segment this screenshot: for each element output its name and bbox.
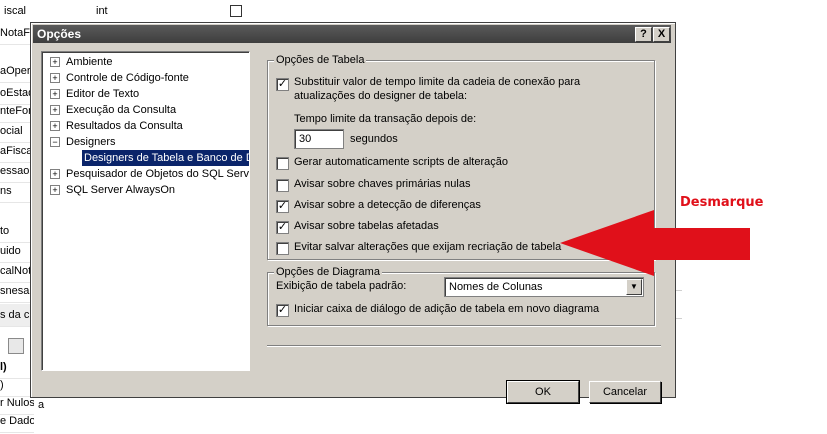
override-timeout-checkbox[interactable]: ✓ xyxy=(276,78,289,91)
override-timeout-label: Substituir valor de tempo limite da cade… xyxy=(294,76,581,88)
expand-icon[interactable]: + xyxy=(50,121,60,131)
bg-cell-name: iscal xyxy=(4,5,27,17)
generate-scripts-checkbox[interactable] xyxy=(276,157,289,170)
bg-toolbar-button[interactable] xyxy=(8,338,24,354)
prevent-saving-checkbox[interactable] xyxy=(276,242,289,255)
group-title: Opções de Tabela xyxy=(274,54,367,66)
close-button[interactable]: X xyxy=(653,27,670,42)
bg-left-item[interactable]: ns xyxy=(0,180,34,203)
expand-icon[interactable]: + xyxy=(50,169,60,179)
ok-button[interactable]: OK xyxy=(506,380,580,404)
warn-differences-label: Avisar sobre a detecção de diferenças xyxy=(294,199,481,211)
diagram-options-group: Opções de Diagrama Exibição de tabela pa… xyxy=(267,266,655,326)
override-timeout-label-2: atualizações do designer de tabela: xyxy=(294,90,468,102)
default-view-value: Nomes de Colunas xyxy=(449,281,543,293)
bg-left-item[interactable]: aOpera xyxy=(0,60,34,83)
bg-panel-header: s da c xyxy=(0,304,34,327)
dialog-separator xyxy=(267,345,661,347)
group-title: Opções de Diagrama xyxy=(274,266,382,278)
warn-affected-tables-checkbox[interactable]: ✓ xyxy=(276,221,289,234)
default-view-select[interactable]: Nomes de Colunas ▼ xyxy=(444,277,644,297)
tree-item-designers-tabela[interactable]: Designers de Tabela e Banco de D xyxy=(82,150,249,166)
tree-item-label: Resultados da Consulta xyxy=(66,120,183,132)
timeout-unit: segundos xyxy=(350,133,398,145)
help-button[interactable]: ? xyxy=(635,27,652,42)
warn-null-keys-checkbox[interactable] xyxy=(276,179,289,192)
cancel-button[interactable]: Cancelar xyxy=(589,381,661,403)
tree-item-label: Ambiente xyxy=(66,56,113,68)
warn-null-keys-label: Avisar sobre chaves primárias nulas xyxy=(294,178,471,190)
dialog-title: Opções xyxy=(37,27,82,41)
warn-affected-tables-label: Avisar sobre tabelas afetadas xyxy=(294,220,439,232)
tree-item-label: Pesquisador de Objetos do SQL Serve xyxy=(66,168,250,180)
expand-icon[interactable]: + xyxy=(50,105,60,115)
bg-left-item: e Dado xyxy=(0,410,34,433)
tree-item-label: Execução da Consulta xyxy=(66,104,177,116)
tree-item-label: SQL Server AlwaysOn xyxy=(66,184,176,196)
expand-icon[interactable]: + xyxy=(50,73,60,83)
collapse-icon[interactable]: − xyxy=(50,137,60,147)
prevent-saving-label: Evitar salvar alterações que exijam recr… xyxy=(294,241,562,253)
tree-item-label: Designers xyxy=(66,136,116,148)
bg-left-item[interactable]: snesa xyxy=(0,280,34,303)
tree-item-label: Controle de Código-fonte xyxy=(66,72,189,84)
bg-bottom-text: a xyxy=(38,399,45,411)
background-grid-header: iscal int xyxy=(0,0,272,23)
timeout-input[interactable]: 30 xyxy=(294,129,344,149)
expand-icon[interactable]: + xyxy=(50,89,60,99)
options-tree[interactable]: + Ambiente + Controle de Código-fonte + … xyxy=(41,51,250,371)
tree-item-label: Editor de Texto xyxy=(66,88,140,100)
add-table-dialog-label: Iniciar caixa de diálogo de adição de ta… xyxy=(294,303,600,315)
warn-differences-checkbox[interactable]: ✓ xyxy=(276,200,289,213)
dropdown-arrow-icon[interactable]: ▼ xyxy=(626,279,642,295)
bg-cell-type: int xyxy=(96,5,108,17)
timeout-label: Tempo limite da transação depois de: xyxy=(294,113,477,125)
generate-scripts-label: Gerar automaticamente scripts de alteraç… xyxy=(294,156,508,168)
add-table-dialog-checkbox[interactable]: ✓ xyxy=(276,304,289,317)
expand-icon[interactable]: + xyxy=(50,185,60,195)
expand-icon[interactable]: + xyxy=(50,57,60,67)
bg-allow-null-checkbox[interactable] xyxy=(230,5,242,17)
annotation-arrow-icon xyxy=(560,210,750,276)
bg-left-item[interactable]: NotaFi xyxy=(0,22,34,45)
dialog-titlebar[interactable]: Opções ? X xyxy=(33,25,671,43)
annotation-text: Desmarque xyxy=(680,195,764,210)
default-view-label: Exibição de tabela padrão: xyxy=(276,280,407,292)
